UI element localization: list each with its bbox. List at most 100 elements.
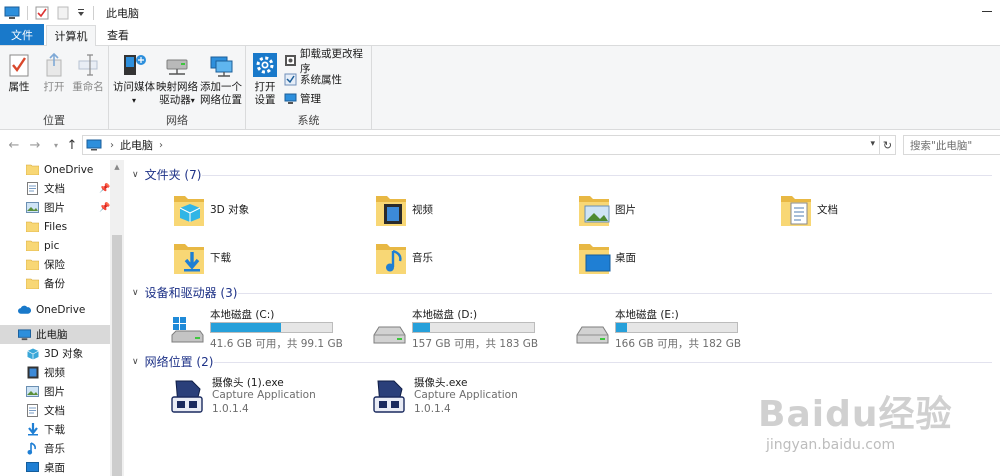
refresh-icon[interactable]: ↻ (880, 135, 896, 155)
sidebar-item-onedrive[interactable]: OneDrive (0, 300, 110, 319)
section-header-network[interactable]: ∨ 网络位置 (2) (132, 353, 213, 370)
uninstall-programs-button[interactable]: 卸载或更改程序 (284, 48, 371, 75)
drive-c[interactable]: 本地磁盘 (C:) 41.6 GB 可用，共 99.1 GB (170, 307, 350, 351)
rename-icon (73, 50, 103, 80)
sidebar-item-documents[interactable]: 文档 (0, 401, 110, 420)
drive-d[interactable]: 本地磁盘 (D:) 157 GB 可用，共 183 GB (372, 307, 552, 351)
collapse-chevron-icon[interactable]: ∨ (132, 170, 139, 180)
scroll-up-arrow-icon[interactable]: ▲ (110, 160, 124, 174)
map-network-drive-button[interactable]: 映射网络 驱动器▾ (156, 50, 198, 107)
sidebar-item-pic[interactable]: pic (0, 236, 110, 255)
folder-icon (26, 258, 39, 271)
network-app-camera[interactable]: 摄像头.exe Capture Application 1.0.1.4 (372, 375, 562, 419)
network-app-camera-1[interactable]: 摄像头 (1).exe Capture Application 1.0.1.4 (170, 375, 360, 419)
quick-access-toolbar (0, 0, 100, 26)
tab-file[interactable]: 文件 (0, 24, 44, 45)
sidebar-item-videos[interactable]: 视频 (0, 363, 110, 382)
uninstall-icon (284, 54, 297, 67)
add-network-location-button[interactable]: 添加一个 网络位置 (199, 50, 243, 107)
new-folder-icon[interactable] (55, 5, 71, 21)
sidebar-item-pictures[interactable]: 图片 (0, 382, 110, 401)
sidebar-item-documents-quick[interactable]: 文档 📌 (0, 179, 110, 198)
computer-icon (18, 328, 31, 341)
open-settings-button[interactable]: 打开 设置 (251, 50, 279, 107)
hard-drive-icon (373, 326, 406, 344)
pictures-icon (26, 201, 39, 214)
pin-icon[interactable]: 📌 (99, 184, 110, 194)
documents-icon (26, 404, 39, 417)
folder-icon (26, 239, 39, 252)
minimize-button[interactable] (980, 4, 994, 18)
pictures-icon (26, 385, 39, 398)
ribbon: 属性 打开 重命名 位置 访问媒体 ▾ 映射网络 驱动器▾ 添加一个 网络位置 … (0, 46, 1000, 130)
breadcrumb-separator-icon[interactable]: › (110, 140, 114, 151)
pictures-folder-icon (579, 196, 610, 226)
folder-videos[interactable]: 视频 (374, 190, 433, 228)
section-divider (214, 362, 992, 363)
settings-gear-icon (250, 50, 280, 80)
windows-drive-icon (171, 317, 204, 343)
drive-e[interactable]: 本地磁盘 (E:) 166 GB 可用，共 182 GB (575, 307, 755, 351)
manage-computer-icon (284, 92, 297, 105)
sidebar-item-onedrive-quick[interactable]: OneDrive (0, 160, 110, 179)
open-button[interactable]: 打开 (40, 50, 68, 94)
section-divider (238, 293, 992, 294)
access-media-button[interactable]: 访问媒体 ▾ (113, 50, 155, 107)
address-bar[interactable]: › 此电脑 › ▾ (82, 135, 880, 155)
folder-desktop[interactable]: 桌面 (577, 238, 636, 276)
recent-locations-chevron-icon[interactable]: ▾ (48, 137, 64, 153)
sidebar-item-pictures-quick[interactable]: 图片 📌 (0, 198, 110, 217)
properties-icon[interactable] (34, 5, 50, 21)
sidebar-item-this-pc[interactable]: 此电脑 (0, 325, 110, 344)
folder-pictures[interactable]: 图片 (577, 190, 636, 228)
customize-toolbar-chevron-icon[interactable] (76, 5, 86, 21)
ribbon-group-system: 打开 设置 卸载或更改程序 系统属性 管理 系统 (246, 46, 372, 130)
sidebar-item-backup[interactable]: 备份 (0, 274, 110, 293)
section-header-drives[interactable]: ∨ 设备和驱动器 (3) (132, 284, 237, 301)
properties-button[interactable]: 属性 (4, 50, 34, 94)
sidebar-item-music[interactable]: 音乐 (0, 439, 110, 458)
address-history-chevron-icon[interactable]: ▾ (870, 139, 875, 149)
drive-usage-bar (210, 322, 333, 333)
videos-folder-icon (376, 196, 406, 226)
manage-button[interactable]: 管理 (284, 90, 321, 107)
folder-icon (26, 220, 39, 233)
search-input[interactable]: 搜索"此电脑" (903, 135, 1000, 155)
section-header-folders[interactable]: ∨ 文件夹 (7) (132, 166, 201, 183)
collapse-chevron-icon[interactable]: ∨ (132, 288, 139, 298)
downloads-folder-icon (174, 244, 204, 274)
drive-usage-fill (413, 323, 430, 332)
ribbon-tabs: 文件 计算机 查看 (0, 24, 1000, 46)
collapse-chevron-icon[interactable]: ∨ (132, 357, 139, 367)
watermark-logo: Baidu经验 (758, 394, 953, 435)
computer-icon[interactable] (4, 5, 20, 21)
back-arrow-icon[interactable]: ← (6, 137, 22, 153)
folder-music[interactable]: 音乐 (374, 238, 433, 276)
breadcrumb-separator-icon[interactable]: › (159, 140, 163, 151)
pin-icon[interactable]: 📌 (99, 203, 110, 213)
sidebar-item-desktop[interactable]: 桌面 (0, 458, 110, 476)
folder-downloads[interactable]: 下载 (172, 238, 231, 276)
network-location-icon (206, 50, 236, 80)
sidebar-scrollbar-thumb[interactable] (112, 235, 122, 476)
documents-icon (26, 182, 39, 195)
up-arrow-icon[interactable]: ↑ (64, 137, 80, 153)
folder-3d-objects[interactable]: 3D 对象 (172, 190, 249, 228)
tab-view[interactable]: 查看 (96, 25, 140, 45)
folder-documents[interactable]: 文档 (779, 190, 838, 228)
group-label-system: 系统 (297, 114, 320, 127)
sidebar-item-3d-objects[interactable]: 3D 对象 (0, 344, 110, 363)
sidebar-item-insurance[interactable]: 保险 (0, 255, 110, 274)
sidebar-item-downloads[interactable]: 下载 (0, 420, 110, 439)
breadcrumb-this-pc[interactable]: 此电脑 (120, 137, 153, 153)
group-label-network: 网络 (166, 114, 188, 127)
tab-computer[interactable]: 计算机 (46, 25, 96, 46)
forward-arrow-icon[interactable]: → (27, 137, 43, 153)
music-note-icon (26, 442, 39, 455)
sidebar-item-files[interactable]: Files (0, 217, 110, 236)
desktop-icon (26, 461, 39, 474)
system-properties-button[interactable]: 系统属性 (284, 71, 342, 88)
ribbon-group-location: 属性 打开 重命名 位置 (0, 46, 109, 130)
onedrive-cloud-icon (18, 303, 31, 316)
rename-button[interactable]: 重命名 (71, 50, 105, 94)
